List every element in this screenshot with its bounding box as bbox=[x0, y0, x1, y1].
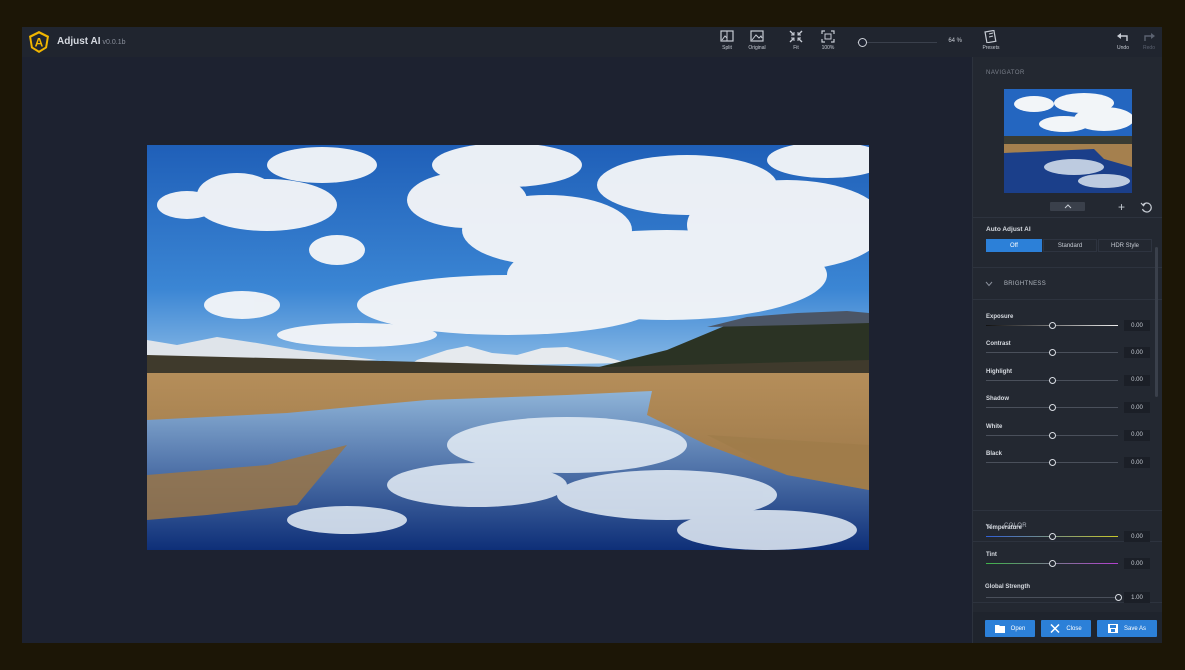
close-button[interactable]: Close bbox=[1041, 620, 1091, 637]
tint-slider-knob[interactable] bbox=[1048, 560, 1056, 568]
divider bbox=[973, 510, 1162, 511]
split-label: Split bbox=[722, 45, 732, 51]
black-label: Black bbox=[986, 451, 1003, 457]
tint-label: Tint bbox=[986, 552, 997, 559]
auto-adjust-hdr-style[interactable]: HDR Style bbox=[1098, 239, 1152, 252]
divider bbox=[973, 267, 1162, 268]
reset-rotate-icon[interactable] bbox=[1140, 201, 1153, 214]
zoom-slider-knob[interactable] bbox=[858, 38, 867, 47]
redo-icon bbox=[1144, 33, 1155, 41]
highlight-label: Highlight bbox=[986, 368, 1012, 375]
app-version: v0.0.1b bbox=[102, 39, 126, 46]
zoom-100-button[interactable]: 100% bbox=[815, 30, 841, 56]
logo-letter: A bbox=[35, 36, 44, 50]
split-button[interactable]: Split bbox=[714, 30, 740, 56]
presets-button[interactable]: Presets bbox=[978, 30, 1004, 56]
presets-icon bbox=[984, 30, 997, 43]
open-button[interactable]: Open bbox=[985, 620, 1035, 637]
highlight-value[interactable]: 0.00 bbox=[1124, 374, 1150, 386]
black-value[interactable]: 0.00 bbox=[1124, 457, 1150, 468]
split-view-icon bbox=[720, 30, 734, 42]
auto-adjust-standard[interactable]: Standard bbox=[1043, 239, 1097, 252]
navigator-collapse-button[interactable] bbox=[1050, 202, 1085, 211]
close-label: Close bbox=[1066, 625, 1082, 632]
app-name: Adjust AI bbox=[57, 36, 101, 47]
fit-button[interactable]: Fit bbox=[783, 30, 809, 56]
exposure-value[interactable]: 0.00 bbox=[1124, 320, 1150, 331]
save-icon bbox=[1107, 624, 1118, 633]
fit-label: Fit bbox=[793, 45, 799, 51]
original-label: Original bbox=[748, 45, 766, 51]
navigator-preview-image bbox=[1004, 89, 1132, 193]
app-title: Adjust AI v0.0.1b bbox=[57, 36, 125, 47]
highlight-slider-knob[interactable] bbox=[1048, 376, 1056, 384]
brightness-title: BRIGHTNESS bbox=[1004, 281, 1047, 287]
contrast-label: Contrast bbox=[986, 341, 1011, 348]
navigator-thumbnail[interactable] bbox=[1004, 89, 1132, 193]
zoom-value: 64 % bbox=[948, 38, 962, 44]
shadow-value[interactable]: 0.00 bbox=[1124, 402, 1150, 414]
adjustments-panel: NAVIGATOR + Auto Adjust AI Off Standard … bbox=[972, 57, 1162, 643]
save-as-button[interactable]: Save As bbox=[1097, 620, 1157, 637]
image-icon bbox=[750, 30, 764, 42]
white-label: White bbox=[986, 423, 1003, 430]
black-slider-knob[interactable] bbox=[1048, 459, 1056, 466]
divider bbox=[973, 217, 1162, 218]
temperature-value[interactable]: 0.00 bbox=[1124, 531, 1150, 542]
image-canvas[interactable] bbox=[22, 57, 971, 643]
chevron-down-icon bbox=[985, 281, 993, 287]
panel-scrollbar[interactable] bbox=[1155, 247, 1158, 397]
global-strength-label: Global Strength bbox=[985, 584, 1030, 590]
close-icon bbox=[1050, 624, 1060, 633]
original-button[interactable]: Original bbox=[744, 30, 770, 56]
temperature-slider-knob[interactable] bbox=[1048, 533, 1056, 540]
auto-adjust-off[interactable]: Off bbox=[986, 239, 1042, 252]
brightness-group-header[interactable]: BRIGHTNESS bbox=[979, 275, 1149, 295]
exposure-label: Exposure bbox=[986, 314, 1014, 320]
footer-bar: Open Close Save As bbox=[973, 612, 1162, 643]
folder-icon bbox=[994, 625, 1005, 633]
landscape-image bbox=[147, 145, 869, 550]
fit-screen-icon bbox=[789, 30, 803, 43]
temperature-label: Temperature bbox=[986, 525, 1022, 531]
redo-label: Redo bbox=[1143, 45, 1155, 51]
contrast-slider-knob[interactable] bbox=[1048, 349, 1056, 357]
app-window: A Adjust AI v0.0.1b Split Original Fit 10… bbox=[22, 27, 1162, 643]
zoom-100-label: 100% bbox=[821, 45, 835, 51]
tint-value[interactable]: 0.00 bbox=[1124, 558, 1150, 570]
global-strength-value[interactable]: 1.00 bbox=[1124, 592, 1150, 603]
adjust-ai-logo-icon: A bbox=[29, 31, 49, 53]
undo-button[interactable]: Undo bbox=[1110, 30, 1136, 56]
divider bbox=[973, 299, 1162, 300]
white-slider-knob[interactable] bbox=[1048, 431, 1056, 439]
shadow-slider-knob[interactable] bbox=[1048, 404, 1056, 412]
contrast-value[interactable]: 0.00 bbox=[1124, 347, 1150, 359]
zoom-slider-track[interactable] bbox=[857, 42, 937, 43]
open-label: Open bbox=[1010, 625, 1026, 632]
save-as-label: Save As bbox=[1123, 625, 1146, 632]
exposure-slider-knob[interactable] bbox=[1048, 322, 1056, 329]
navigator-title: NAVIGATOR bbox=[986, 70, 1025, 76]
top-toolbar: A Adjust AI v0.0.1b Split Original Fit 10… bbox=[22, 27, 1162, 57]
global-strength-track[interactable] bbox=[986, 597, 1118, 598]
white-value[interactable]: 0.00 bbox=[1124, 429, 1150, 441]
zoom-in-icon[interactable]: + bbox=[1118, 201, 1125, 213]
landscape-photo[interactable] bbox=[147, 145, 869, 550]
actual-size-icon bbox=[821, 30, 835, 43]
shadow-label: Shadow bbox=[986, 396, 1010, 403]
global-strength-knob[interactable] bbox=[1114, 594, 1122, 601]
auto-adjust-label: Auto Adjust AI bbox=[986, 226, 1031, 233]
chevron-up-icon bbox=[1064, 204, 1071, 209]
presets-label: Presets bbox=[982, 45, 1000, 51]
undo-icon bbox=[1117, 33, 1128, 41]
undo-label: Undo bbox=[1117, 45, 1129, 51]
redo-button[interactable]: Redo bbox=[1136, 30, 1162, 56]
